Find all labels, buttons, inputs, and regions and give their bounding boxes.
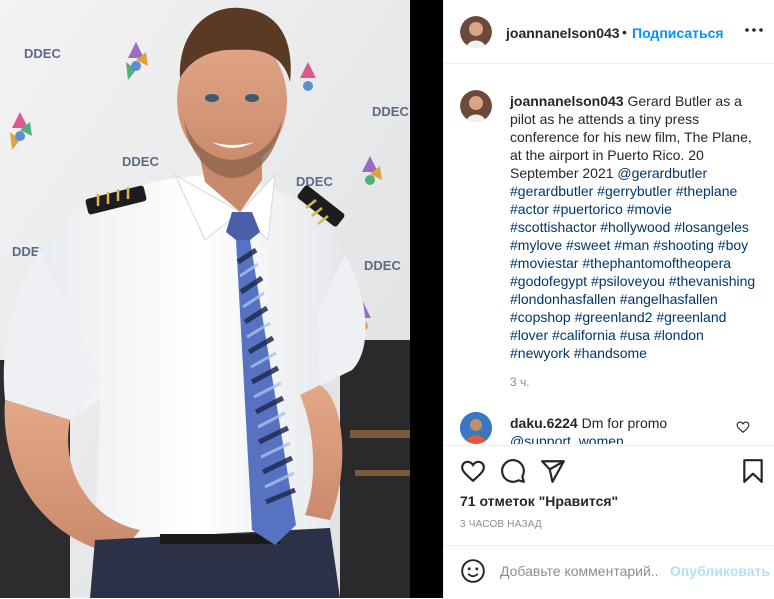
post-caption: joannanelson043 Gerard Butler as a pilot… xyxy=(510,92,760,362)
author-avatar[interactable] xyxy=(460,16,492,48)
heart-icon[interactable] xyxy=(460,458,486,484)
caption-avatar[interactable] xyxy=(460,90,492,122)
caption-hashtags[interactable]: @gerardbutler #gerardbutler #gerrybutler… xyxy=(510,165,755,361)
backdrop-logo-text: DDEC xyxy=(372,104,409,119)
comment-input[interactable] xyxy=(500,560,660,582)
comments-list[interactable]: joannanelson043 Gerard Butler as a pilot… xyxy=(444,64,774,444)
comment-like-icon[interactable] xyxy=(736,420,750,434)
caption-username[interactable]: joannanelson043 xyxy=(510,93,624,109)
post-header: joannanelson043 • Подписаться xyxy=(444,0,774,64)
bookmark-icon[interactable] xyxy=(740,458,766,484)
commenter-avatar[interactable] xyxy=(460,412,492,444)
post-timestamp: 3 ЧАСОВ НАЗАД xyxy=(460,519,542,530)
comment-item: daku.6224 Dm for promo @support_women xyxy=(510,414,730,444)
publish-button[interactable]: Опубликовать xyxy=(670,563,770,579)
comment-body: Dm for promo xyxy=(581,415,668,431)
comment-icon[interactable] xyxy=(500,458,526,484)
likes-count[interactable]: 71 отметок "Нравится" xyxy=(460,493,618,509)
add-comment-bar: Опубликовать xyxy=(444,545,774,599)
photo-letterbox xyxy=(410,0,443,598)
follow-button[interactable]: Подписаться xyxy=(632,25,724,41)
photo-illustration: DDEC DDEC DDEC DDEC DDEC DDEC DDEC xyxy=(0,0,410,598)
emoji-icon[interactable] xyxy=(460,558,486,584)
comment-mention[interactable]: @support_women xyxy=(510,433,624,444)
post-photo[interactable]: DDEC DDEC DDEC DDEC DDEC DDEC DDEC xyxy=(0,0,410,598)
more-icon[interactable] xyxy=(742,18,766,42)
separator-dot: • xyxy=(622,24,627,40)
comment-username[interactable]: daku.6224 xyxy=(510,415,578,431)
backdrop-logo-text: DDEC xyxy=(364,258,401,273)
post-side-panel: joannanelson043 • Подписаться joannanels… xyxy=(443,0,774,598)
backdrop-logo-text: DDEC xyxy=(24,46,61,61)
backdrop-logo-text: DDEC xyxy=(122,154,159,169)
share-icon[interactable] xyxy=(540,458,566,484)
post-actions: 71 отметок "Нравится" 3 ЧАСОВ НАЗАД Опуб… xyxy=(444,445,774,598)
backdrop-logo-text: DDEC xyxy=(296,174,333,189)
author-username[interactable]: joannanelson043 xyxy=(506,25,620,41)
caption-time: 3 ч. xyxy=(510,375,530,389)
